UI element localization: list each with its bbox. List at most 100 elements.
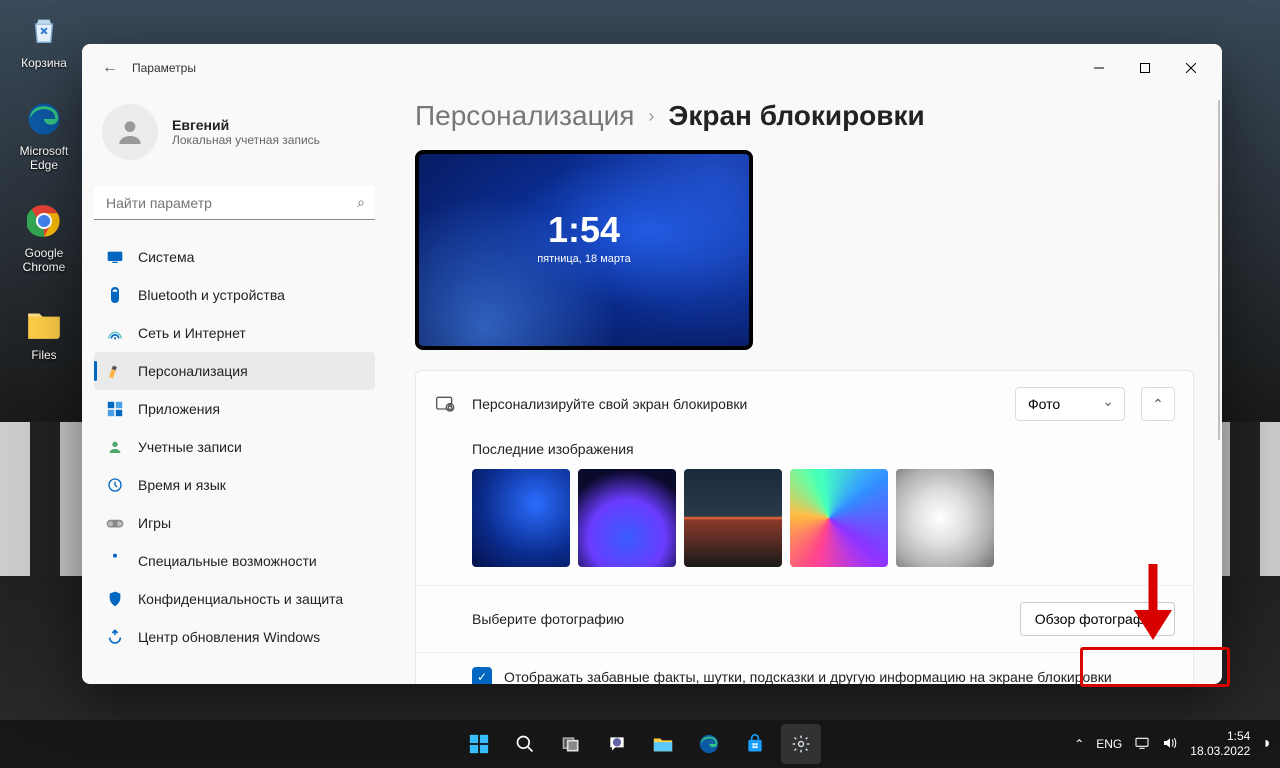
recent-image-3[interactable]	[684, 469, 782, 567]
search-input[interactable]	[94, 186, 375, 220]
nav-label: Сеть и Интернет	[138, 325, 246, 341]
taskbar-edge[interactable]	[689, 724, 729, 764]
desktop-icon-edge[interactable]: Microsoft Edge	[14, 98, 74, 172]
desktop-icon-label: Microsoft Edge	[20, 144, 69, 172]
background-type-dropdown[interactable]: Фото	[1015, 387, 1125, 421]
nav-label: Специальные возможности	[138, 553, 317, 569]
recycle-bin-icon	[23, 10, 65, 52]
nav-label: Приложения	[138, 401, 220, 417]
breadcrumb: Персонализация › Экран блокировки	[415, 100, 1194, 132]
chevron-right-icon: ›	[648, 106, 654, 127]
back-button[interactable]: ←	[90, 48, 130, 88]
nav-icon	[106, 286, 124, 304]
personalize-card: Персонализируйте свой экран блокировки Ф…	[415, 370, 1194, 684]
tray-notifications-icon[interactable]: ◗	[1262, 735, 1272, 753]
window-title: Параметры	[132, 61, 196, 75]
preview-date: пятница, 18 марта	[419, 253, 749, 265]
funfacts-label: Отображать забавные факты, шутки, подска…	[504, 669, 1112, 684]
user-subtitle: Локальная учетная запись	[172, 133, 320, 147]
task-view[interactable]	[551, 724, 591, 764]
personalize-label: Персонализируйте свой экран блокировки	[472, 396, 999, 412]
taskbar-explorer[interactable]	[643, 724, 683, 764]
preview-time: 1:54	[419, 209, 749, 251]
avatar	[102, 104, 158, 160]
nav-item-5[interactable]: Учетные записи	[94, 428, 375, 466]
nav-item-9[interactable]: Конфиденциальность и защита	[94, 580, 375, 618]
user-name: Евгений	[172, 117, 320, 133]
choose-photo-label: Выберите фотографию	[472, 611, 1004, 627]
start-button[interactable]	[459, 724, 499, 764]
nav-icon	[106, 400, 124, 418]
nav-icon	[106, 552, 124, 570]
nav-item-1[interactable]: Bluetooth и устройства	[94, 276, 375, 314]
settings-window: ← Параметры Евгений Локальная учетная за…	[82, 44, 1222, 684]
nav-label: Учетные записи	[138, 439, 242, 455]
browse-photos-button[interactable]: Обзор фотографий	[1020, 602, 1175, 636]
nav-item-2[interactable]: Сеть и Интернет	[94, 314, 375, 352]
collapse-button[interactable]: ⌃	[1141, 387, 1175, 421]
nav-label: Bluetooth и устройства	[138, 287, 285, 303]
recent-image-4[interactable]	[790, 469, 888, 567]
taskbar-store[interactable]	[735, 724, 775, 764]
main-content: Персонализация › Экран блокировки 1:54 п…	[387, 92, 1222, 684]
taskbar-settings[interactable]	[781, 724, 821, 764]
search-icon: ⌕	[357, 194, 365, 211]
tray-volume-icon[interactable]	[1162, 736, 1178, 753]
nav-item-7[interactable]: Игры	[94, 504, 375, 542]
tray-language[interactable]: ENG	[1096, 737, 1122, 751]
taskbar-search[interactable]	[505, 724, 545, 764]
system-tray: ⌃ ENG 1:54 18.03.2022 ◗	[1074, 729, 1272, 759]
titlebar: ← Параметры	[82, 44, 1222, 92]
minimize-button[interactable]	[1076, 52, 1122, 84]
nav-item-10[interactable]: Центр обновления Windows	[94, 618, 375, 656]
search-box[interactable]: ⌕	[94, 186, 375, 220]
nav-item-6[interactable]: Время и язык	[94, 466, 375, 504]
picture-lock-icon	[434, 393, 456, 415]
nav-icon	[106, 514, 124, 532]
nav-label: Игры	[138, 515, 171, 531]
nav-label: Конфиденциальность и защита	[138, 591, 343, 607]
nav-icon	[106, 438, 124, 456]
user-block[interactable]: Евгений Локальная учетная запись	[94, 96, 375, 168]
recent-images	[472, 469, 1175, 567]
lock-screen-preview: 1:54 пятница, 18 марта	[415, 150, 753, 350]
maximize-button[interactable]	[1122, 52, 1168, 84]
nav-item-0[interactable]: Система	[94, 238, 375, 276]
chrome-icon	[23, 200, 65, 242]
nav-icon	[106, 324, 124, 342]
nav-icon	[106, 628, 124, 646]
recent-image-1[interactable]	[472, 469, 570, 567]
desktop-icon-label: Files	[31, 348, 56, 362]
sidebar: Евгений Локальная учетная запись ⌕ Систе…	[82, 92, 387, 684]
tray-clock[interactable]: 1:54 18.03.2022	[1190, 729, 1250, 759]
nav-icon	[106, 476, 124, 494]
scrollbar-thumb[interactable]	[1218, 100, 1220, 440]
recent-image-2[interactable]	[578, 469, 676, 567]
folder-icon	[23, 302, 65, 344]
breadcrumb-parent[interactable]: Персонализация	[415, 100, 634, 132]
recent-images-title: Последние изображения	[472, 441, 1175, 457]
edge-icon	[23, 98, 65, 140]
close-button[interactable]	[1168, 52, 1214, 84]
nav-label: Персонализация	[138, 363, 248, 379]
taskbar: ⌃ ENG 1:54 18.03.2022 ◗	[0, 720, 1280, 768]
nav-icon	[106, 590, 124, 608]
tray-network-icon[interactable]	[1134, 736, 1150, 753]
nav-item-8[interactable]: Специальные возможности	[94, 542, 375, 580]
scrollbar[interactable]	[1214, 100, 1220, 684]
nav-item-4[interactable]: Приложения	[94, 390, 375, 428]
breadcrumb-current: Экран блокировки	[668, 100, 924, 132]
taskbar-chat[interactable]	[597, 724, 637, 764]
nav-item-3[interactable]: Персонализация	[94, 352, 375, 390]
funfacts-checkbox[interactable]: ✓	[472, 667, 492, 684]
nav-label: Система	[138, 249, 194, 265]
desktop-icon-chrome[interactable]: Google Chrome	[14, 200, 74, 274]
desktop-icon-recycle-bin[interactable]: Корзина	[14, 10, 74, 70]
desktop-icon-label: Google Chrome	[23, 246, 66, 274]
desktop-icon-files[interactable]: Files	[14, 302, 74, 362]
tray-overflow[interactable]: ⌃	[1074, 737, 1084, 751]
nav-label: Время и язык	[138, 477, 226, 493]
recent-image-5[interactable]	[896, 469, 994, 567]
nav-icon	[106, 362, 124, 380]
desktop-icon-label: Корзина	[21, 56, 67, 70]
